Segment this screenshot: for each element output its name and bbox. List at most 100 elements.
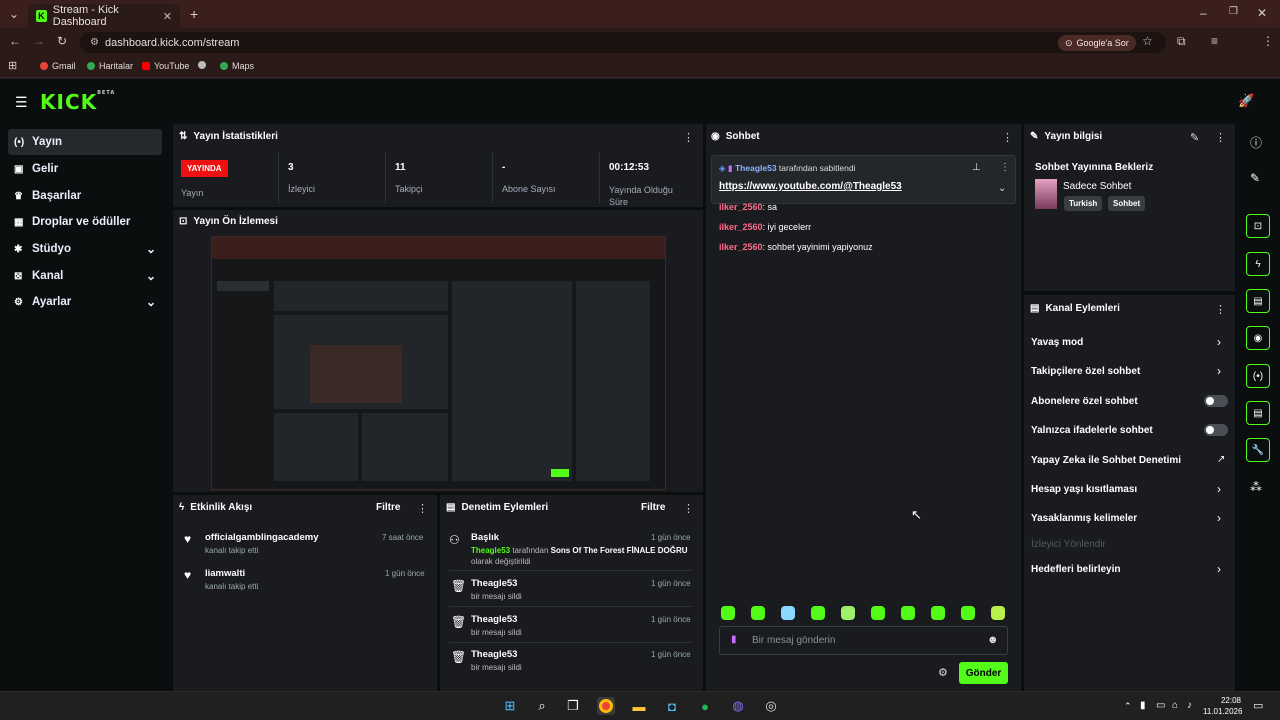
spotify-icon[interactable]: ● [696, 697, 714, 715]
emote-button[interactable] [961, 606, 975, 620]
chevron-down-icon[interactable]: ⌄ [998, 183, 1006, 194]
forward-icon[interactable]: → [33, 34, 45, 48]
chevron-right-icon[interactable]: › [1217, 562, 1221, 576]
kick-logo[interactable]: KICKBETA [40, 90, 115, 114]
apps-grid-icon[interactable]: ⊞ [8, 59, 17, 72]
emotes-only-toggle[interactable] [1204, 424, 1228, 436]
emote-button[interactable] [721, 606, 735, 620]
chevron-right-icon[interactable]: › [1217, 364, 1221, 378]
emote-button[interactable] [931, 606, 945, 620]
store-icon[interactable]: ◘ [663, 697, 681, 715]
rail-wrench-button[interactable]: 🔧 [1246, 438, 1270, 462]
bookmark-maps[interactable]: Maps [220, 61, 254, 71]
activity-user[interactable]: liamwalti [205, 568, 245, 579]
tray-app-icon[interactable]: ▭ [1156, 700, 1165, 711]
minimize-icon[interactable]: – [1200, 6, 1207, 20]
rocket-icon[interactable]: 🚀 [1238, 93, 1254, 109]
rail-bolt-button[interactable]: ϟ [1246, 252, 1270, 276]
sidebar-item-achievements[interactable]: ♛ Başarılar [8, 183, 162, 209]
reload-icon[interactable]: ↻ [57, 34, 67, 48]
stats-menu-icon[interactable]: ⋮ [683, 131, 694, 144]
info-icon[interactable]: ⓘ [1250, 134, 1262, 151]
google-ask-button[interactable]: ⊙ Google'a Sor [1058, 35, 1136, 51]
pinned-by-user[interactable]: Theagle53 [735, 163, 777, 173]
emote-button[interactable] [901, 606, 915, 620]
obs-icon[interactable]: ◎ [762, 697, 780, 715]
bookmark-maps-tr[interactable]: Haritalar [87, 61, 133, 71]
subscribers-only-toggle[interactable] [1204, 395, 1228, 407]
discord-icon[interactable]: ◍ [729, 697, 747, 715]
sidebar-item-settings[interactable]: ⚙ Ayarlar ⌄ [8, 289, 162, 315]
network-icon[interactable]: ⌂ [1172, 700, 1178, 711]
emote-button[interactable] [841, 606, 855, 620]
sidebar-item-studio[interactable]: ✱ Stüdyo ⌄ [8, 236, 162, 262]
action-followers-only[interactable]: Takipçilere özel sohbet [1031, 366, 1140, 377]
rail-actions-button[interactable]: ▤ [1246, 401, 1270, 425]
action-goals[interactable]: Hedefleri belirleyin [1031, 564, 1120, 575]
activity-menu-icon[interactable]: ⋮ [417, 502, 428, 515]
edit-pencil-icon[interactable]: ✎ [1190, 131, 1199, 144]
chat-input[interactable]: Bir mesaj gönderin [719, 626, 1008, 655]
rail-chat-button[interactable]: ◉ [1246, 326, 1270, 350]
action-ai-moderation[interactable]: Yapay Zeka ile Sohbet Denetimi [1031, 455, 1181, 466]
tray-overflow-icon[interactable]: ⌃ [1124, 701, 1132, 712]
tab-search-icon[interactable]: ⌄ [9, 7, 19, 21]
moderation-menu-icon[interactable]: ⋮ [683, 502, 694, 515]
restore-icon[interactable]: ❐ [1229, 6, 1238, 17]
emote-button[interactable] [871, 606, 885, 620]
edit-icon[interactable]: ✎ [1250, 171, 1260, 185]
close-window-icon[interactable]: ✕ [1257, 6, 1267, 20]
close-tab-icon[interactable]: ✕ [163, 10, 172, 23]
clock[interactable]: 22:08 11.01.2026 [1203, 695, 1242, 717]
chat-username[interactable]: ilker_2560 [719, 242, 763, 252]
chevron-right-icon[interactable]: › [1217, 335, 1221, 349]
menu-icon[interactable]: ⋮ [1262, 34, 1274, 48]
emoji-icon[interactable]: ☻ [987, 634, 999, 646]
stream-preview-video[interactable] [211, 236, 666, 490]
sidebar-item-stream[interactable]: (•) Yayın [8, 129, 162, 155]
emote-button[interactable] [991, 606, 1005, 620]
new-tab-icon[interactable]: + [190, 6, 198, 22]
moderation-filter-button[interactable]: Filtre [641, 502, 665, 513]
site-info-icon[interactable]: ⚙ [90, 37, 99, 48]
url-bar[interactable]: ⚙ dashboard.kick.com/stream [80, 32, 1166, 53]
category-name[interactable]: Sadece Sohbet [1063, 181, 1131, 192]
notification-icon[interactable]: ▭ [1253, 699, 1263, 712]
rail-broadcast-button[interactable]: (•) [1246, 364, 1270, 388]
bookmark-gmail[interactable]: Gmail [40, 61, 76, 71]
stream-info-menu-icon[interactable]: ⋮ [1215, 131, 1226, 144]
activity-user[interactable]: officialgamblingacademy [205, 532, 319, 543]
sidebar-item-drops[interactable]: ▦ Droplar ve ödüller [8, 209, 162, 235]
channel-actions-menu-icon[interactable]: ⋮ [1215, 303, 1226, 316]
chat-username[interactable]: ilker_2560 [719, 222, 763, 232]
hamburger-menu-icon[interactable]: ☰ [15, 94, 28, 111]
pinned-link[interactable]: https://www.youtube.com/@Theagle53 [719, 181, 902, 192]
media-icon[interactable]: ≡ [1211, 34, 1218, 48]
chevron-right-icon[interactable]: › [1217, 511, 1221, 525]
emote-button[interactable] [811, 606, 825, 620]
bookmark-star-icon[interactable]: ☆ [1142, 34, 1153, 48]
mod-actor[interactable]: Theagle53 [471, 546, 510, 555]
extensions-icon[interactable]: ⧉ [1177, 34, 1186, 49]
sidebar-item-channel[interactable]: ⊠ Kanal ⌄ [8, 263, 162, 289]
chevron-right-icon[interactable]: › [1217, 482, 1221, 496]
bookmark-youtube[interactable]: YouTube [142, 61, 189, 71]
back-icon[interactable]: ← [9, 34, 21, 48]
search-icon[interactable]: ⌕ [533, 697, 551, 715]
mic-tray-icon[interactable]: ▮ [1140, 700, 1146, 711]
chat-settings-gear-icon[interactable]: ⚙ [938, 666, 948, 679]
sidebar-item-revenue[interactable]: ▣ Gelir [8, 156, 162, 182]
send-button[interactable]: Gönder [959, 662, 1008, 684]
activity-filter-button[interactable]: Filtre [376, 502, 400, 513]
chat-username[interactable]: ilker_2560 [719, 202, 763, 212]
add-widget-icon[interactable]: ⁂ [1250, 480, 1262, 494]
chat-menu-icon[interactable]: ⋮ [1002, 131, 1013, 144]
rail-camera-button[interactable]: ⊡ [1246, 214, 1270, 238]
task-view-icon[interactable]: ❐ [564, 697, 582, 715]
action-slow-mode[interactable]: Yavaş mod [1031, 337, 1083, 348]
windows-start-icon[interactable]: ⊞ [501, 697, 519, 715]
pinned-menu-icon[interactable]: ⋮ [1000, 162, 1010, 173]
emote-button[interactable] [781, 606, 795, 620]
action-account-age[interactable]: Hesap yaşı kısıtlaması [1031, 484, 1137, 495]
emote-button[interactable] [751, 606, 765, 620]
